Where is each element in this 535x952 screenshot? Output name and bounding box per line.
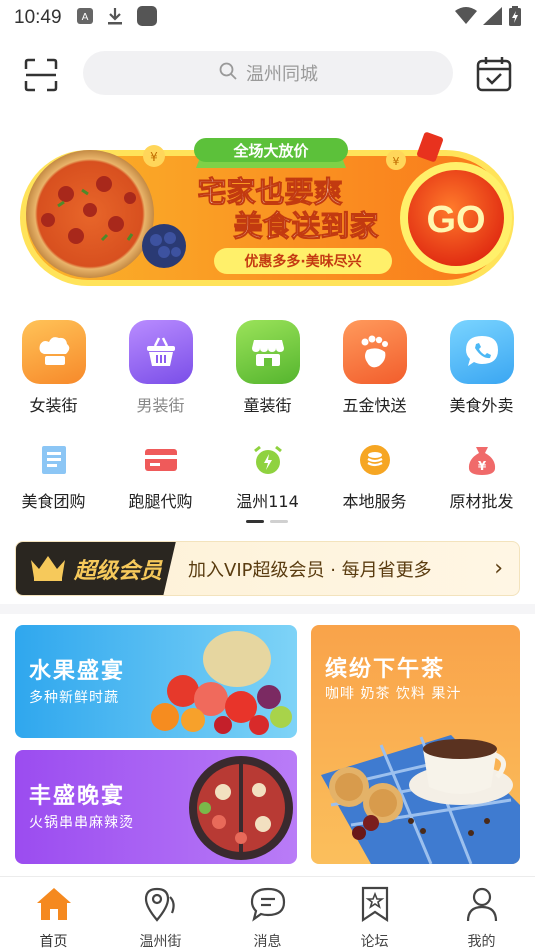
svg-text:¥: ¥ (477, 459, 486, 473)
coin-stack-icon (355, 440, 395, 480)
crown-icon (28, 552, 68, 586)
search-placeholder: 温州同城 (246, 64, 318, 85)
svg-text:A: A (81, 12, 88, 23)
tea-card-subtitle: 咖啡 奶茶 饮料 果汁 (325, 686, 462, 702)
search-input[interactable]: 温州同城 (83, 51, 453, 95)
banner-go-button[interactable]: GO (426, 199, 485, 241)
category-mens-street[interactable]: 男装街 (107, 320, 214, 416)
a-notification-icon: A (76, 7, 94, 29)
category-label: 男装街 (136, 396, 185, 415)
bookmark-star-icon (356, 885, 394, 927)
category-womens-street[interactable]: 女装街 (0, 320, 107, 416)
category-label: 跑腿代购 (128, 492, 193, 511)
category-grid-row-2: 美食团购 跑腿代购 温州114 本地服务 ¥ 原材批发 (0, 440, 535, 512)
money-bag-icon: ¥ (462, 440, 502, 480)
bottom-tab-bar: 首页 温州街 消息 论坛 我的 (0, 876, 535, 952)
basket-icon (128, 320, 193, 384)
category-label: 童装街 (243, 396, 292, 415)
storefront-icon (235, 320, 300, 384)
chat-bubble-icon (249, 885, 287, 927)
dinner-feast-card[interactable]: 丰盛晚宴 火锅串串麻辣烫 (15, 750, 297, 864)
afternoon-tea-card[interactable]: 缤纷下午茶 咖啡 奶茶 饮料 果汁 (311, 625, 520, 864)
footprint-icon (342, 320, 407, 384)
map-pin-icon (142, 885, 180, 927)
dinner-card-title: 丰盛晚宴 (29, 784, 126, 809)
category-wenzhou-114[interactable]: 温州114 (214, 440, 321, 512)
tab-wenzhou-street[interactable]: 温州街 (107, 877, 214, 952)
phone-bubble-icon (449, 320, 514, 384)
category-food-delivery[interactable]: 美食外卖 (428, 320, 535, 416)
category-food-groupbuy[interactable]: 美食团购 (0, 440, 107, 512)
category-local-services[interactable]: 本地服务 (321, 440, 428, 512)
category-label: 五金快送 (342, 396, 407, 415)
category-errand-purchase[interactable]: 跑腿代购 (107, 440, 214, 512)
tab-forum[interactable]: 论坛 (321, 877, 428, 952)
tab-label: 论坛 (360, 934, 389, 950)
vip-banner[interactable]: 超级会员 加入VIP超级会员 · 每月省更多 › (15, 541, 520, 596)
tea-card-title: 缤纷下午茶 (325, 657, 446, 682)
page-dot (270, 520, 288, 523)
category-label: 原材批发 (449, 492, 514, 511)
alarm-clock-icon (248, 440, 288, 480)
tab-home[interactable]: 首页 (0, 877, 107, 952)
vip-badge: 超级会员 (16, 542, 176, 595)
vip-badge-text: 超级会员 (74, 558, 163, 584)
tab-label: 消息 (253, 934, 282, 950)
fruit-card-title: 水果盛宴 (29, 659, 126, 684)
page-indicator (246, 520, 288, 523)
tab-label: 我的 (467, 934, 496, 950)
chevron-right-icon: › (494, 556, 503, 581)
search-icon (218, 61, 238, 85)
food-delivery-banner[interactable]: 全场大放价 ¥ ¥ 宅家也要爽 美食送到家 优惠多多·美味尽兴 GO (18, 128, 518, 290)
category-material-wholesale[interactable]: ¥ 原材批发 (428, 440, 535, 512)
status-bar: 10:49 A (0, 0, 535, 36)
category-label: 美食外卖 (449, 396, 514, 415)
category-grid-row-1: 女装街 男装街 童装街 五金快送 美食外卖 (0, 320, 535, 416)
category-label: 温州114 (236, 492, 299, 511)
document-icon (34, 440, 74, 480)
status-time: 10:49 (14, 7, 62, 28)
section-divider (0, 604, 535, 614)
scan-icon[interactable] (22, 56, 60, 94)
banner-ribbon: 全场大放价 (232, 142, 309, 160)
card-icon (141, 440, 181, 480)
dinner-card-subtitle: 火锅串串麻辣烫 (29, 815, 134, 831)
category-label: 美食团购 (21, 492, 86, 511)
page-dot-active (246, 520, 264, 523)
category-label: 女装街 (29, 396, 78, 415)
person-icon (463, 885, 501, 927)
wifi-icon (455, 7, 477, 29)
tab-label: 首页 (39, 934, 68, 950)
chef-hat-icon (21, 320, 86, 384)
svg-text:¥: ¥ (393, 155, 400, 168)
top-header: 温州同城 (0, 48, 535, 98)
calendar-check-icon[interactable] (474, 54, 514, 94)
banner-tagline: 优惠多多·美味尽兴 (244, 253, 361, 270)
svg-text:¥: ¥ (150, 150, 158, 164)
tab-label: 温州街 (139, 934, 182, 950)
fruit-feast-card[interactable]: 水果盛宴 多种新鲜时蔬 (15, 625, 297, 738)
home-icon (35, 885, 73, 927)
banner-headline-2: 美食送到家 (233, 209, 378, 243)
app-square-icon (136, 5, 158, 31)
vip-text: 加入VIP超级会员 · 每月省更多 (188, 559, 432, 581)
tab-messages[interactable]: 消息 (214, 877, 321, 952)
category-kids-street[interactable]: 童装街 (214, 320, 321, 416)
banner-headline-1: 宅家也要爽 (197, 175, 342, 209)
tab-profile[interactable]: 我的 (428, 877, 535, 952)
fruit-card-subtitle: 多种新鲜时蔬 (29, 690, 119, 706)
battery-icon (509, 6, 521, 30)
signal-icon (483, 7, 503, 29)
category-hardware-express[interactable]: 五金快送 (321, 320, 428, 416)
download-icon (106, 6, 124, 30)
category-label: 本地服务 (342, 492, 407, 511)
